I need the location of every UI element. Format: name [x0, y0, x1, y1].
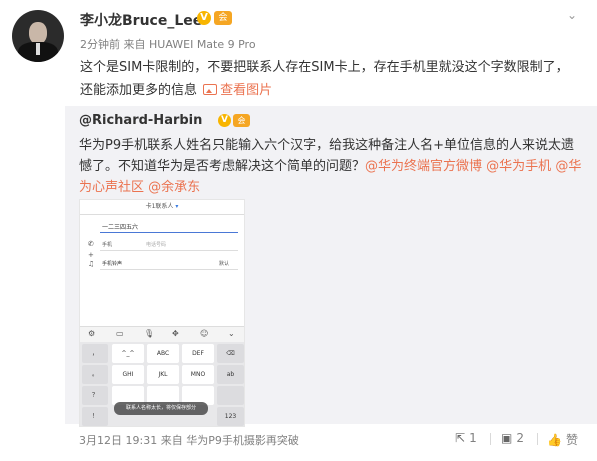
- key: JKL: [147, 365, 179, 384]
- view-image-label: 查看图片: [220, 83, 273, 98]
- contact-name-field: 一二三四五六: [102, 224, 139, 231]
- key: ！: [82, 407, 108, 426]
- repost-meta: 3月12日 19:31 来自 华为P9手机摄影再突破: [79, 432, 299, 448]
- repost-source[interactable]: 华为P9手机摄影再突破: [186, 434, 299, 447]
- share-icon: ⇱: [455, 431, 466, 445]
- avatar-tie: [36, 43, 40, 55]
- key: DEF: [182, 344, 214, 363]
- divider: [80, 214, 244, 215]
- attached-screenshot[interactable]: 卡1联系人 ▾ 一二三四五六 ✆ 手机 电话号码 + ♫ 手机铃声 默认 ⚙ ▭…: [79, 199, 245, 427]
- post-text: 这个是SIM卡限制的，不要把联系人存在SIM卡上，存在手机里就没这个字数限制了，…: [80, 56, 580, 102]
- picture-icon: [203, 84, 218, 95]
- weibo-post-card: 李小龙Bruce_Lee V 会 ⌄ 2分钟前 来自 HUAWEI Mate 9…: [0, 0, 597, 461]
- emoji-icon: ☺: [200, 329, 209, 338]
- verified-badge-icon: V: [197, 11, 211, 25]
- phone-type: 手机: [102, 242, 113, 248]
- account-selector: 卡1联系人 ▾: [80, 200, 244, 214]
- post-timestamp[interactable]: 2分钟前: [80, 38, 120, 51]
- key: 。: [82, 365, 108, 384]
- like-button[interactable]: 👍 赞: [547, 431, 578, 448]
- post-meta: 2分钟前 来自 HUAWEI Mate 9 Pro: [80, 36, 256, 52]
- repost-text: 华为P9手机联系人姓名只能输入六个汉字，给我这种备注人名+单位信息的人来说太遗憾…: [79, 135, 584, 198]
- account-label: 卡1联系人: [145, 203, 174, 210]
- post-body: 这个是SIM卡限制的，不要把联系人存在SIM卡上，存在手机里就没这个字数限制了，…: [80, 60, 569, 98]
- name-underline: [100, 232, 238, 233]
- comment-icon: ▣: [501, 431, 513, 445]
- settings-icon: ⚙: [88, 329, 96, 338]
- source-device[interactable]: HUAWEI Mate 9 Pro: [149, 38, 256, 51]
- mention-link[interactable]: @华为终端官方微博: [365, 159, 482, 174]
- comment-button[interactable]: ▣ 2: [501, 431, 524, 445]
- view-image-link[interactable]: 查看图片: [201, 83, 272, 98]
- collapse-icon: ⌄: [228, 329, 235, 338]
- source-prefix: 来自: [160, 434, 183, 447]
- key: ，: [82, 344, 108, 363]
- username[interactable]: 李小龙Bruce_Lee: [80, 10, 202, 30]
- phone-placeholder: 电话号码: [146, 242, 167, 248]
- key: ？: [82, 386, 108, 405]
- caret-down-icon: ▾: [175, 203, 179, 210]
- avatar[interactable]: [12, 10, 64, 62]
- toast-message: 联系人名称太长，将仅保存部分: [114, 402, 208, 415]
- bell-icon: ♫: [88, 260, 95, 268]
- cursor-icon: ✥: [172, 329, 179, 338]
- comment-count: 2: [516, 431, 524, 445]
- source-prefix: 来自: [123, 38, 146, 51]
- divider: [100, 269, 238, 270]
- mention-link[interactable]: @华为手机: [486, 159, 551, 174]
- keyboard-toolbar: ⚙ ▭ 🎙 ✥ ☺ ⌄: [80, 326, 244, 342]
- member-badge-icon: 会: [214, 11, 232, 25]
- keyboard: ， 。 ？ ！ ^_^ ABC DEF ⌫ GHI JKL MNO ab 123…: [80, 342, 244, 426]
- chevron-down-icon[interactable]: ⌄: [565, 8, 579, 22]
- share-button[interactable]: ⇱ 1: [455, 431, 477, 445]
- like-label: 赞: [565, 433, 578, 447]
- key: [217, 386, 244, 405]
- keyboard-icon: ▭: [116, 329, 124, 338]
- repost-verified-badge-icon: V: [218, 114, 231, 127]
- avatar-face: [29, 22, 47, 44]
- key: MNO: [182, 365, 214, 384]
- repost-date[interactable]: 3月12日 19:31: [79, 434, 157, 447]
- repost-username[interactable]: @Richard-Harbin: [79, 113, 202, 128]
- mic-icon: 🎙: [144, 329, 155, 338]
- repost-member-badge-icon: 会: [233, 114, 250, 127]
- thumbs-up-icon: 👍: [547, 433, 562, 447]
- share-count: 1: [469, 431, 477, 445]
- key: 123: [217, 407, 244, 426]
- backspace-icon: ⌫: [217, 344, 244, 363]
- divider: [490, 433, 491, 445]
- divider: [100, 250, 238, 251]
- ringtone-label: 手机铃声: [102, 261, 123, 267]
- key: GHI: [112, 365, 144, 384]
- key: ab: [217, 365, 244, 384]
- key: ABC: [147, 344, 179, 363]
- ringtone-value: 默认: [219, 261, 230, 267]
- key: ^_^: [112, 344, 144, 363]
- mention-link[interactable]: @余承东: [148, 180, 200, 195]
- divider: [537, 433, 538, 445]
- add-icon: +: [88, 251, 94, 259]
- phone-icon: ✆: [88, 240, 94, 248]
